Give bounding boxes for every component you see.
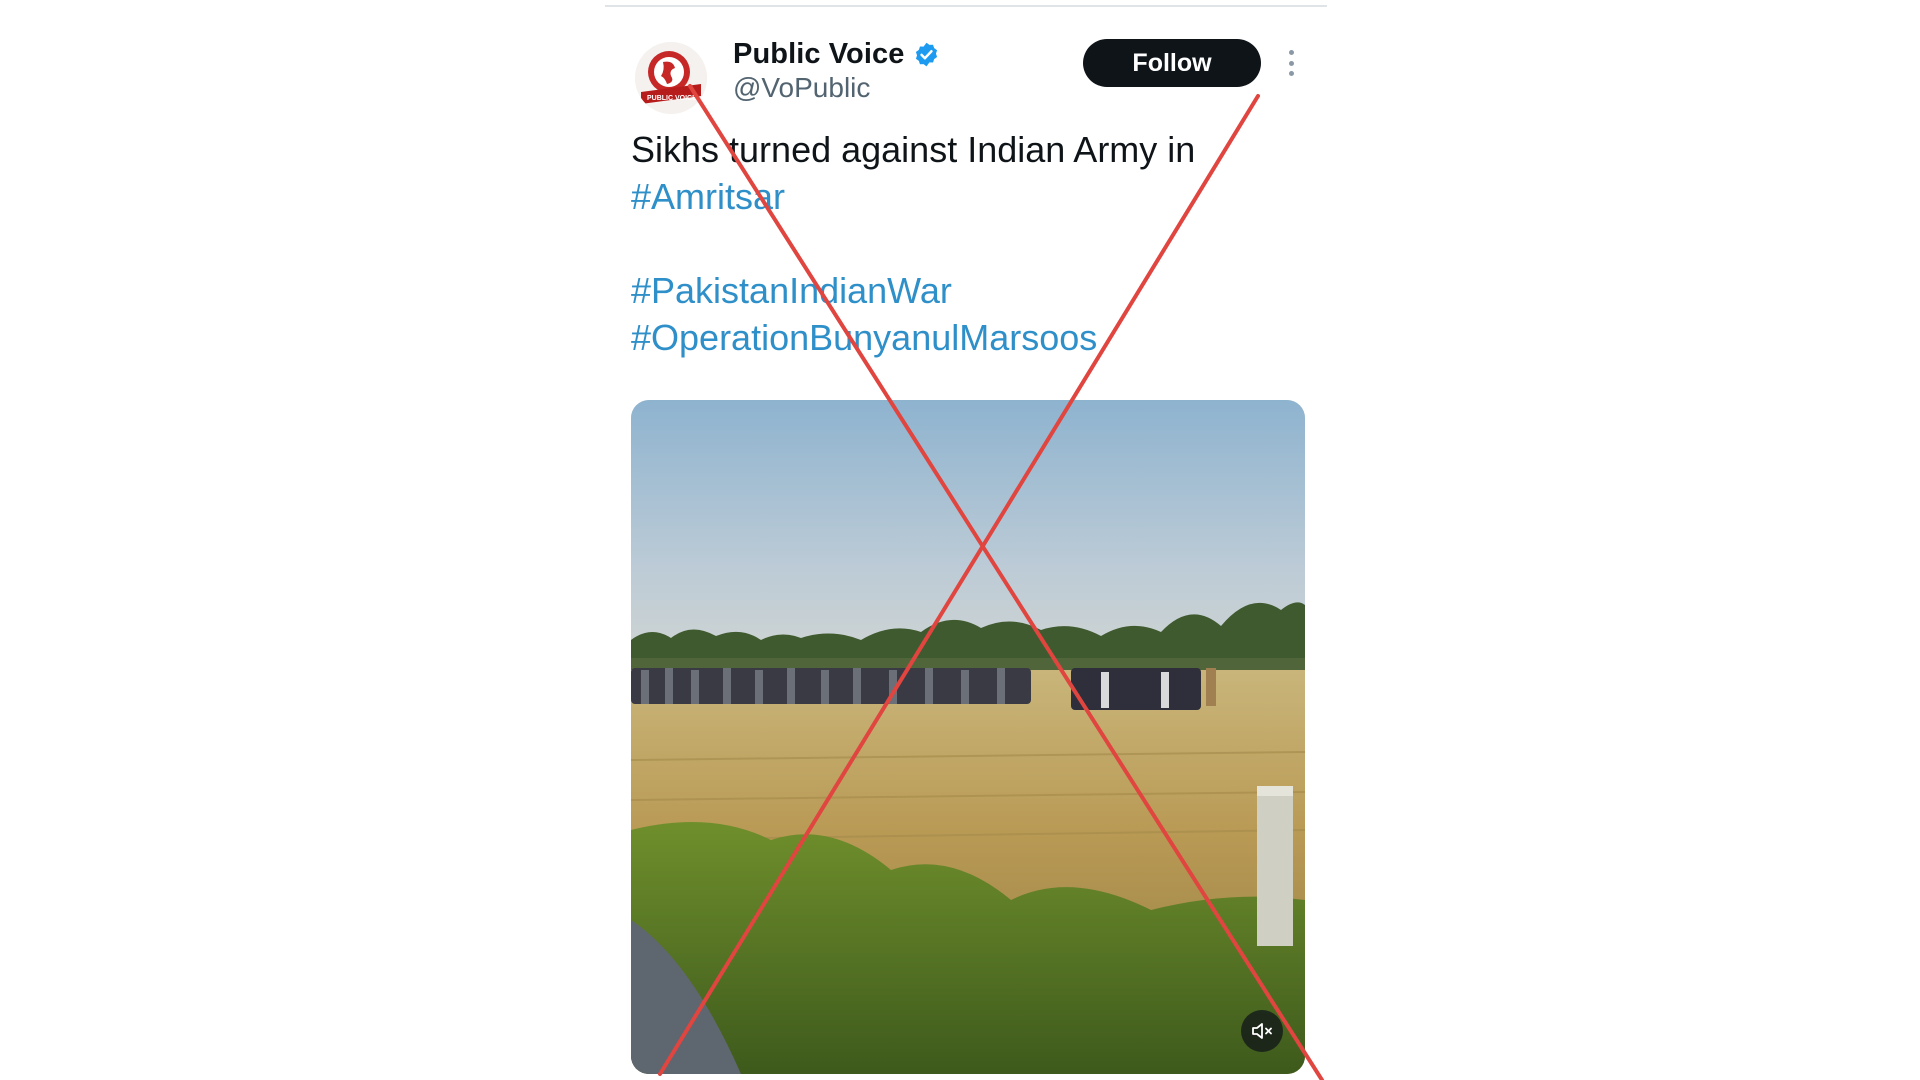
avatar-logo-icon: PUBLIC VOICE (635, 42, 707, 114)
verified-badge-icon (913, 41, 940, 68)
tweet-video[interactable] (631, 400, 1305, 1074)
follow-button[interactable]: Follow (1083, 39, 1261, 87)
avatar-logo-text: PUBLIC VOICE (647, 95, 697, 102)
mute-toggle-button[interactable] (1241, 1010, 1283, 1052)
author-avatar[interactable]: PUBLIC VOICE (635, 42, 707, 114)
speaker-muted-icon (1252, 1023, 1272, 1039)
hashtag-pakistan-indian-war[interactable]: #PakistanIndianWar (631, 267, 1271, 314)
hashtag-operation-bunyanul-marsoos[interactable]: #OperationBunyanulMarsoos (631, 314, 1271, 361)
author-name-row: Public Voice (733, 34, 940, 74)
more-options-icon[interactable] (1281, 46, 1301, 80)
top-divider (605, 5, 1327, 7)
tweet-card[interactable]: PUBLIC VOICE Public Voice @VoPublic Foll… (605, 8, 1327, 1080)
author-name[interactable]: Public Voice (733, 38, 905, 71)
hashtag-amritsar[interactable]: #Amritsar (631, 173, 1271, 220)
author-handle[interactable]: @VoPublic (733, 72, 870, 104)
text-spacer (631, 220, 1271, 267)
video-frame-field-scene (631, 400, 1305, 1074)
tweet-text-line: Sikhs turned against Indian Army in (631, 129, 1196, 170)
fact-check-screenshot: PUBLIC VOICE Public Voice @VoPublic Foll… (0, 0, 1920, 1080)
tweet-text: Sikhs turned against Indian Army in #Amr… (631, 126, 1271, 361)
